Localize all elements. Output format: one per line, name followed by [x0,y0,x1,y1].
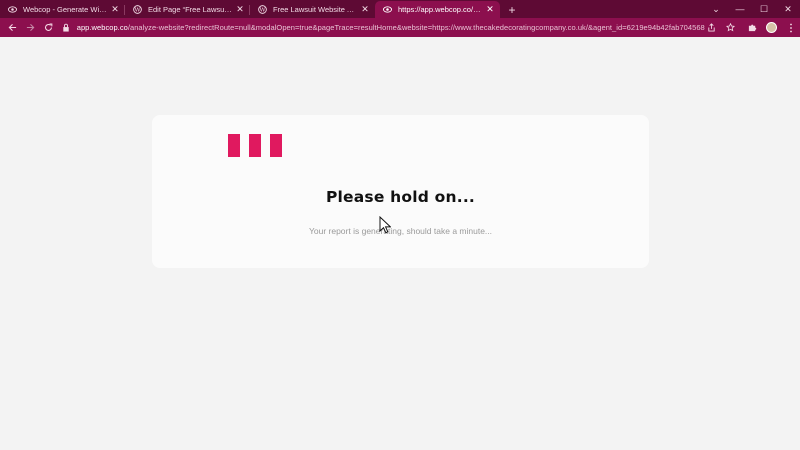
mouse-cursor-icon [379,216,391,234]
browser-tab-strip: Webcop - Generate Widget ✕ W Edit Page “… [0,0,800,18]
forward-arrow-icon[interactable] [21,19,39,37]
window-controls: ⌄ — ☐ ✕ [704,0,800,18]
tab-title: Webcop - Generate Widget [23,5,107,14]
address-bar[interactable]: app.webcop.co/analyze-website?redirectRo… [58,19,705,36]
browser-tab[interactable]: Webcop - Generate Widget ✕ [0,1,125,18]
close-window-icon[interactable]: ✕ [776,0,800,18]
wordpress-icon: W [258,5,267,14]
browser-toolbar: app.webcop.co/analyze-website?redirectRo… [0,18,800,37]
back-arrow-icon[interactable] [3,19,21,37]
minimize-icon[interactable]: — [728,0,752,18]
loader-bar [249,134,261,157]
loader-bar [228,134,240,157]
kebab-menu-icon[interactable] [781,18,800,37]
toolbar-actions [702,18,800,37]
tab-title: Free Lawsuit Website Analyzer -... [273,5,357,14]
page-content: Please hold on... Your report is generat… [0,37,800,450]
webcop-eye-icon [383,5,392,14]
tab-close-icon[interactable]: ✕ [360,4,370,15]
tab-close-icon[interactable]: ✕ [235,4,245,15]
svg-text:W: W [259,8,265,14]
browser-tab[interactable]: W Edit Page “Free Lawsuit Website ... ✕ [125,1,250,18]
profile-avatar[interactable] [762,18,781,37]
reload-icon[interactable] [39,19,57,37]
browser-tab-active[interactable]: https://app.webcop.co/analyze-w... ✕ [375,1,500,18]
tab-close-icon[interactable]: ✕ [485,4,495,15]
loading-subtext: Your report is generating, should take a… [308,226,493,236]
loading-heading: Please hold on... [325,188,475,206]
svg-text:W: W [134,8,140,14]
loading-bars-icon [228,134,282,157]
extensions-puzzle-icon[interactable] [743,18,762,37]
wordpress-icon: W [133,5,142,14]
tab-close-icon[interactable]: ✕ [110,4,120,15]
webcop-eye-icon [8,5,17,14]
avatar [766,22,777,33]
url-text: app.webcop.co/analyze-website?redirectRo… [77,23,705,32]
share-icon[interactable] [702,18,721,37]
new-tab-button[interactable]: + [502,1,522,18]
url-path: /analyze-website?redirectRoute=null&moda… [127,23,705,32]
lock-icon[interactable] [62,23,71,32]
maximize-icon[interactable]: ☐ [752,0,776,18]
browser-tab[interactable]: W Free Lawsuit Website Analyzer -... ✕ [250,1,375,18]
tab-title: Edit Page “Free Lawsuit Website ... [148,5,232,14]
bookmark-star-icon[interactable] [721,18,740,37]
loading-card: Please hold on... Your report is generat… [152,115,649,268]
tab-search-icon[interactable]: ⌄ [704,0,728,18]
loader-bar [270,134,282,157]
url-host: app.webcop.co [76,23,128,32]
tab-title: https://app.webcop.co/analyze-w... [398,5,482,14]
